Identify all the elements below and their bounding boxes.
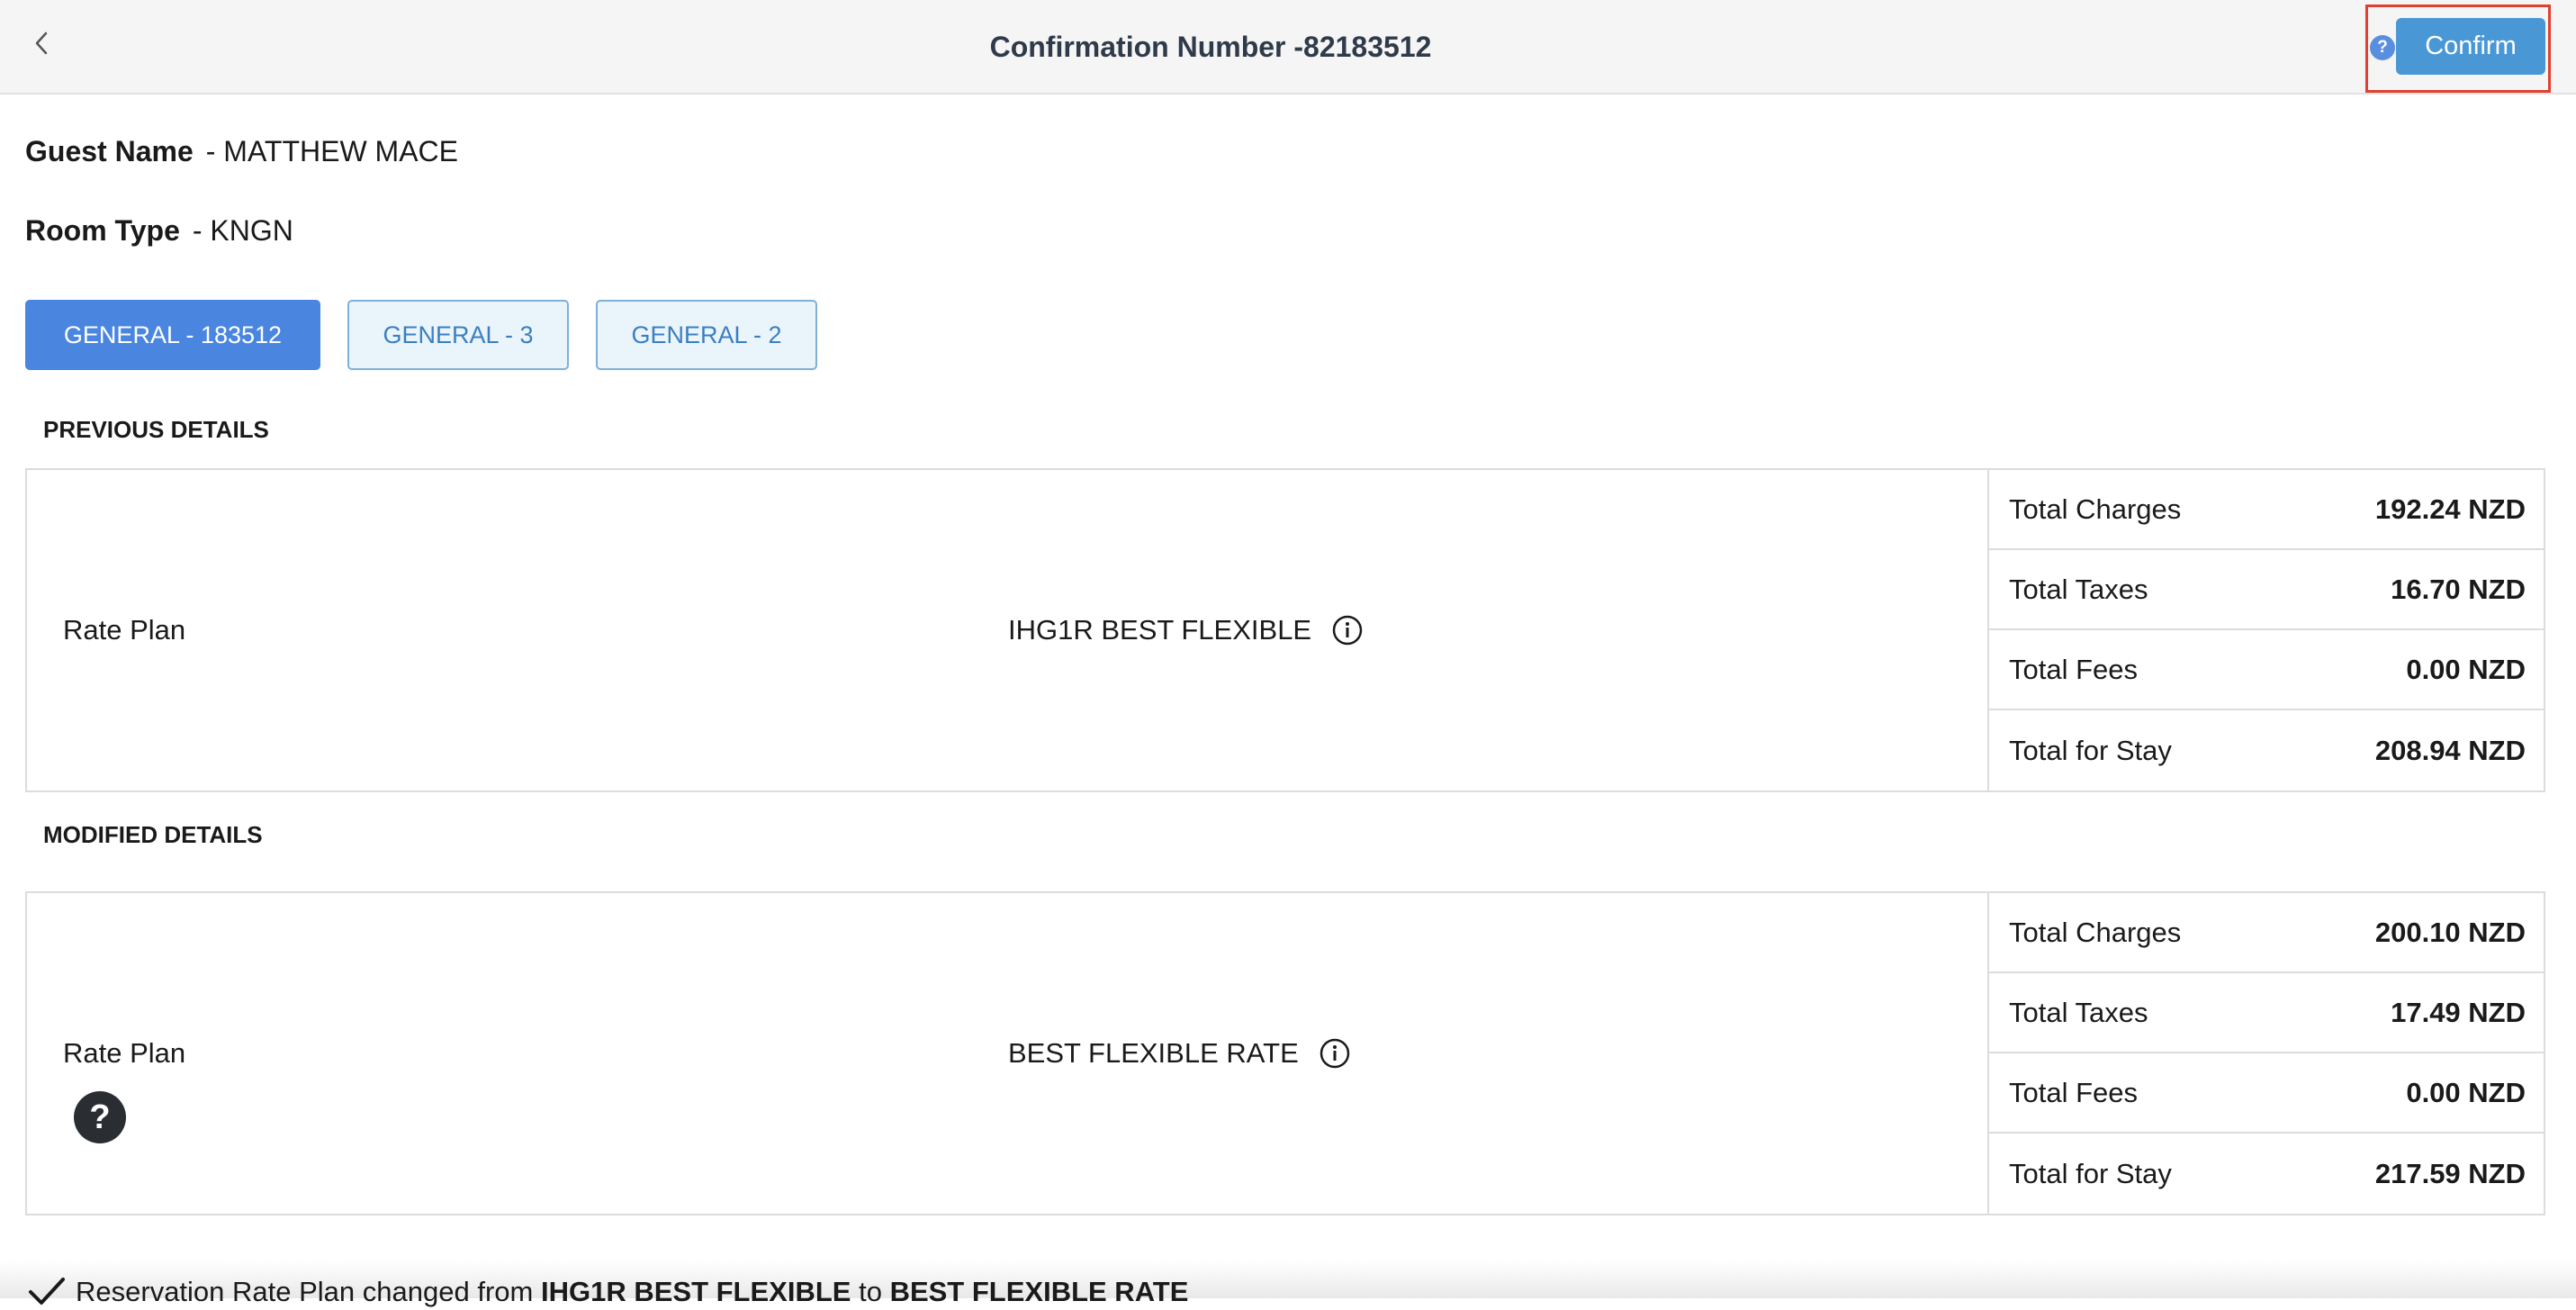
total-value: 217.59 NZD	[2374, 1157, 2526, 1189]
tab-general-2[interactable]: GENERAL - 2	[596, 300, 817, 370]
previous-rate-plan-label: Rate Plan	[63, 614, 186, 646]
guest-name-value: - MATTHEW MACE	[205, 135, 458, 167]
total-label: Total Charges	[2009, 492, 2182, 525]
previous-total-taxes-row: Total Taxes 16.70 NZD	[1989, 550, 2545, 630]
tab-general-3[interactable]: GENERAL - 3	[347, 300, 569, 370]
change-message-to: BEST FLEXIBLE RATE	[889, 1276, 1189, 1307]
room-type-label: Room Type	[25, 214, 180, 247]
total-label: Total for Stay	[2009, 734, 2172, 766]
modified-rate-plan-value: BEST FLEXIBLE RATE	[1008, 893, 1351, 1214]
info-icon[interactable]	[1331, 614, 1364, 646]
total-label: Total Fees	[2009, 1076, 2139, 1108]
modified-total-charges-row: Total Charges 200.10 NZD	[1989, 893, 2545, 973]
modified-total-taxes-row: Total Taxes 17.49 NZD	[1989, 973, 2545, 1053]
page-title: Confirmation Number -82183512	[989, 31, 1432, 63]
modified-totals: Total Charges 200.10 NZD Total Taxes 17.…	[1987, 893, 2545, 1214]
total-value: 0.00 NZD	[2406, 653, 2526, 685]
previous-total-charges-row: Total Charges 192.24 NZD	[1989, 470, 2545, 550]
guest-name-label: Guest Name	[25, 135, 194, 167]
total-label: Total Taxes	[2009, 996, 2148, 1028]
total-label: Total for Stay	[2009, 1157, 2172, 1189]
change-summary-message: Reservation Rate Plan changed from IHG1R…	[27, 1274, 1188, 1310]
total-value: 16.70 NZD	[2391, 573, 2526, 605]
total-label: Total Fees	[2009, 653, 2139, 685]
change-message-prefix: Reservation Rate Plan changed from	[76, 1276, 534, 1307]
checkmark-icon	[29, 1278, 65, 1305]
modified-details-title: MODIFIED DETAILS	[43, 821, 263, 848]
total-value: 17.49 NZD	[2391, 996, 2526, 1028]
info-icon[interactable]	[1319, 1037, 1351, 1070]
modified-rate-plan-name: BEST FLEXIBLE RATE	[1008, 1037, 1299, 1069]
top-bar: Confirmation Number -82183512	[0, 0, 2576, 95]
previous-totals: Total Charges 192.24 NZD Total Taxes 16.…	[1987, 470, 2545, 791]
total-value: 0.00 NZD	[2406, 1076, 2526, 1108]
modified-total-stay-row: Total for Stay 217.59 NZD	[1989, 1134, 2545, 1214]
total-label: Total Taxes	[2009, 573, 2148, 605]
modified-total-fees-row: Total Fees 0.00 NZD	[1989, 1053, 2545, 1134]
tab-general-183512[interactable]: GENERAL - 183512	[25, 300, 320, 370]
question-mark-icon[interactable]: ?	[74, 1091, 126, 1143]
change-message-to-word: to	[859, 1276, 882, 1307]
previous-total-stay-row: Total for Stay 208.94 NZD	[1989, 710, 2545, 791]
total-label: Total Charges	[2009, 916, 2182, 948]
total-value: 192.24 NZD	[2374, 492, 2526, 525]
previous-rate-plan-name: IHG1R BEST FLEXIBLE	[1008, 614, 1312, 646]
room-type-value: - KNGN	[192, 214, 293, 247]
change-message-from: IHG1R BEST FLEXIBLE	[540, 1276, 851, 1307]
total-value: 208.94 NZD	[2374, 734, 2526, 766]
help-icon[interactable]: ?	[2370, 35, 2395, 60]
modified-rate-plan-label: Rate Plan	[63, 1037, 186, 1069]
confirm-button[interactable]: Confirm	[2396, 18, 2545, 75]
previous-total-fees-row: Total Fees 0.00 NZD	[1989, 630, 2545, 710]
previous-rate-plan-value: IHG1R BEST FLEXIBLE	[1008, 470, 1364, 791]
previous-details-title: PREVIOUS DETAILS	[43, 416, 269, 443]
modified-details-panel: Rate Plan ? BEST FLEXIBLE RATE Total Cha…	[25, 891, 2545, 1215]
total-value: 200.10 NZD	[2374, 916, 2526, 948]
guest-name-row: Guest Name - MATTHEW MACE	[25, 135, 458, 168]
previous-details-panel: Rate Plan IHG1R BEST FLEXIBLE Total Char…	[25, 468, 2545, 792]
room-type-row: Room Type - KNGN	[25, 214, 293, 248]
